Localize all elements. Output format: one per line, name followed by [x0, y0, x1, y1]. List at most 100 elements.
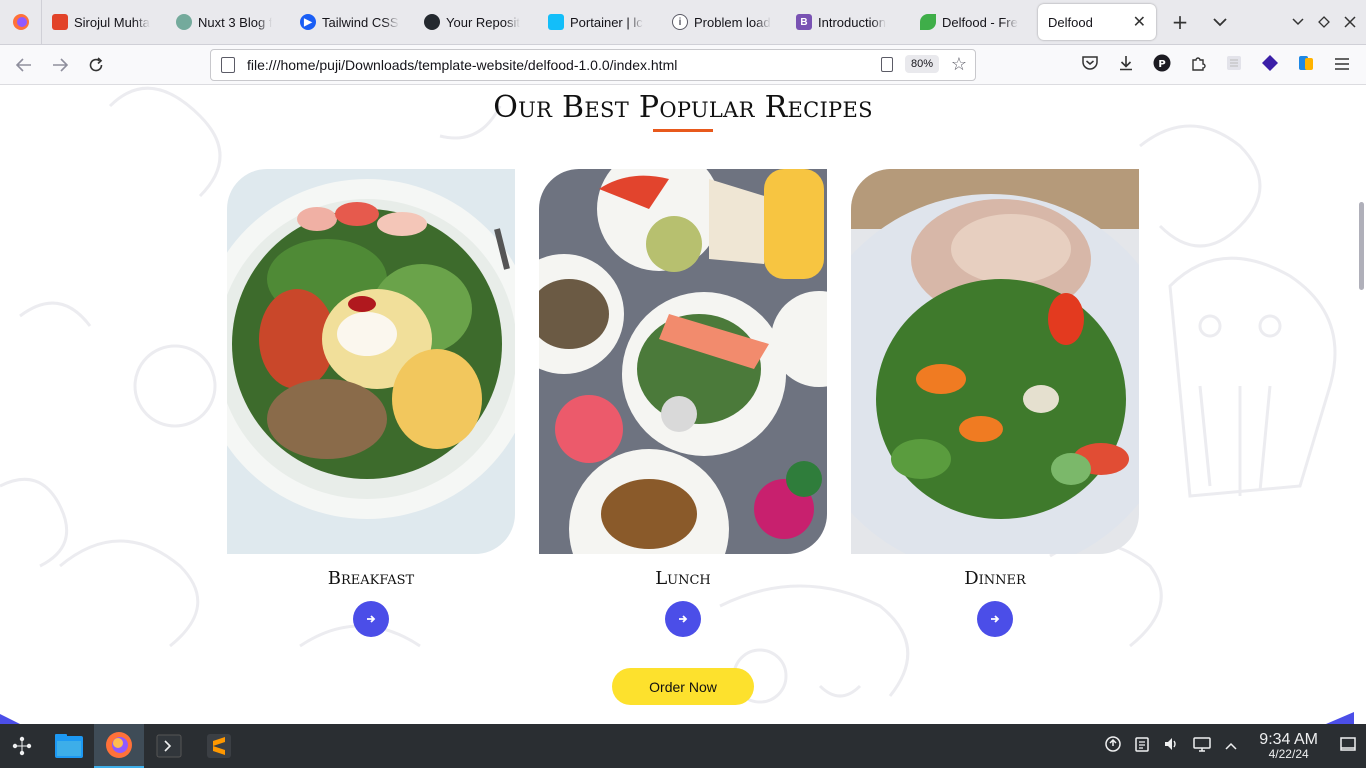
- back-button[interactable]: [6, 49, 42, 81]
- tab-title: Sirojul Muhta: [74, 14, 150, 30]
- back-arrow-icon: [16, 57, 31, 72]
- recipe-card-dinner: Dinner: [851, 169, 1139, 637]
- breakfast-arrow-button[interactable]: [353, 601, 389, 637]
- lunch-arrow-button[interactable]: [665, 601, 701, 637]
- terminal-icon: [156, 734, 182, 758]
- tab-sirojul[interactable]: Sirojul Muhta: [42, 0, 166, 45]
- pocket-icon[interactable]: [1080, 55, 1100, 75]
- arrow-right-icon: [679, 615, 688, 623]
- extension-diamond-icon[interactable]: [1260, 54, 1280, 76]
- chevron-down-icon: [1213, 18, 1227, 27]
- reload-button[interactable]: [78, 49, 114, 81]
- toolbar-icons: P: [1080, 45, 1352, 85]
- downloads-icon[interactable]: [1116, 55, 1136, 75]
- sublime-text-icon: [207, 734, 231, 758]
- tray-expand-icon[interactable]: [1225, 738, 1237, 754]
- list-tabs-button[interactable]: [1200, 0, 1240, 45]
- tab-tailwind[interactable]: ▶ Tailwind CSS: [290, 0, 414, 45]
- taskbar-terminal[interactable]: [144, 724, 194, 768]
- gitlab-icon: [52, 14, 68, 30]
- maximize-icon[interactable]: [1318, 16, 1330, 28]
- tab-title: Nuxt 3 Blog f: [198, 14, 273, 30]
- tab-title: Your Reposit: [446, 14, 520, 30]
- taskbar: 9:34 AM 4/22/24: [0, 724, 1366, 768]
- decorative-corner-left: [0, 714, 20, 724]
- tab-introduction[interactable]: B Introduction: [786, 0, 910, 45]
- github-icon: [424, 14, 440, 30]
- card-title: Breakfast: [327, 568, 415, 589]
- account-icon[interactable]: P: [1152, 54, 1172, 76]
- window-controls: [1292, 16, 1366, 28]
- zoom-level[interactable]: 80%: [904, 55, 939, 73]
- dinner-image: [851, 169, 1139, 554]
- order-now-button[interactable]: Order Now: [612, 668, 754, 705]
- tab-title: Delfood: [1048, 14, 1093, 30]
- taskbar-sublime[interactable]: [194, 724, 244, 768]
- volume-icon[interactable]: [1163, 736, 1179, 756]
- show-desktop-icon[interactable]: [1340, 736, 1356, 756]
- tab-delfood-active[interactable]: Delfood ✕: [1038, 4, 1156, 40]
- clipboard-icon[interactable]: [1135, 736, 1150, 756]
- lunch-image: [539, 169, 827, 554]
- tab-github[interactable]: Your Reposit: [414, 0, 538, 45]
- system-tray: 9:34 AM 4/22/24: [1105, 731, 1366, 762]
- play-icon: ▶: [300, 14, 316, 30]
- arrow-right-icon: [991, 615, 1000, 623]
- bootstrap-icon: B: [796, 14, 812, 30]
- taskbar-firefox[interactable]: [94, 724, 144, 768]
- dinner-arrow-button[interactable]: [977, 601, 1013, 637]
- close-tab-icon[interactable]: ✕: [1133, 12, 1146, 32]
- tab-title: Tailwind CSS: [322, 14, 399, 30]
- page-scrollbar[interactable]: [1359, 202, 1364, 290]
- breakfast-image: [227, 169, 515, 554]
- firefox-icon: [106, 732, 132, 758]
- tab-title: Delfood - Fre: [942, 14, 1018, 30]
- tab-delfood-free[interactable]: Delfood - Fre: [910, 0, 1034, 45]
- firefox-view-button[interactable]: [0, 0, 42, 45]
- url-bar[interactable]: file:///home/puji/Downloads/template-web…: [210, 49, 976, 81]
- reload-icon: [89, 56, 103, 71]
- recipe-card-lunch: Lunch: [539, 169, 827, 637]
- tab-title: Portainer | lc: [570, 14, 643, 30]
- url-text[interactable]: file:///home/puji/Downloads/template-web…: [247, 57, 677, 73]
- arrow-right-icon: [367, 615, 376, 623]
- tab-portainer[interactable]: Portainer | lc: [538, 0, 662, 45]
- launcher-icon: [12, 736, 32, 756]
- reader-view-icon[interactable]: [881, 57, 893, 72]
- heading-underline: [653, 129, 713, 132]
- forward-button[interactable]: [42, 49, 78, 81]
- navigation-toolbar: file:///home/puji/Downloads/template-web…: [0, 45, 1366, 85]
- update-notifier-icon[interactable]: [1105, 736, 1122, 756]
- portainer-icon: [548, 14, 564, 30]
- card-title: Lunch: [655, 568, 711, 589]
- bookmark-star-icon[interactable]: ☆: [951, 54, 967, 75]
- forward-arrow-icon: [53, 57, 68, 72]
- recipe-card-breakfast: Breakfast: [227, 169, 515, 637]
- tab-strip: Sirojul Muhta Nuxt 3 Blog f ▶ Tailwind CS…: [0, 0, 1366, 45]
- section-heading: Our Best Popular Recipes: [493, 90, 873, 125]
- page-viewport[interactable]: Our Best Popular Recipes Breakfast Lunch…: [0, 86, 1366, 724]
- clock-date: 4/22/24: [1268, 747, 1309, 762]
- card-title: Dinner: [964, 568, 1026, 589]
- page-icon: [221, 57, 235, 73]
- svg-text:P: P: [1158, 59, 1165, 70]
- taskbar-files[interactable]: [44, 724, 94, 768]
- tab-title: Introduction: [818, 14, 886, 30]
- new-tab-button[interactable]: +: [1160, 0, 1200, 45]
- extensions-icon[interactable]: [1188, 55, 1208, 75]
- info-icon: i: [672, 14, 688, 30]
- clock-time: 9:34 AM: [1259, 730, 1318, 748]
- network-icon[interactable]: [1193, 736, 1212, 756]
- extension-multi-icon[interactable]: [1296, 54, 1316, 76]
- tab-problem-loading[interactable]: i Problem load: [662, 0, 786, 45]
- decorative-corner-right: [1326, 712, 1354, 724]
- grid-extension-icon[interactable]: [1224, 55, 1244, 75]
- application-launcher[interactable]: [0, 724, 44, 768]
- menu-hamburger-icon[interactable]: [1332, 56, 1352, 75]
- clock[interactable]: 9:34 AM 4/22/24: [1259, 731, 1318, 762]
- firefox-icon: [12, 14, 29, 30]
- minimize-icon[interactable]: [1292, 18, 1304, 26]
- tab-nuxt-blog[interactable]: Nuxt 3 Blog f: [166, 0, 290, 45]
- close-window-icon[interactable]: [1344, 16, 1356, 28]
- folder-icon: [55, 734, 83, 758]
